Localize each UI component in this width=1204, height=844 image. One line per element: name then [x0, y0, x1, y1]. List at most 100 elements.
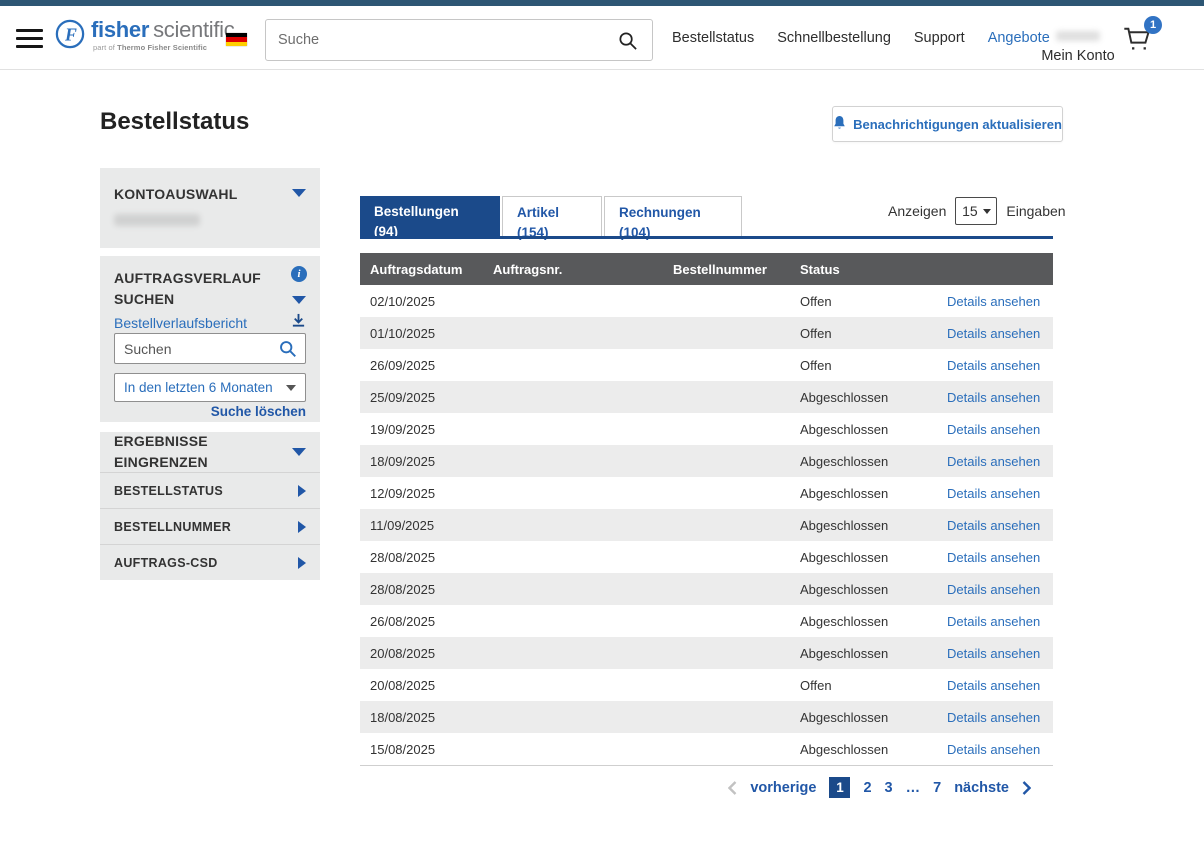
- page-number-2[interactable]: 2: [863, 780, 871, 796]
- info-icon[interactable]: i: [291, 266, 307, 282]
- brand-name-light: scientific: [153, 17, 234, 42]
- table-row: 25/09/2025AbgeschlossenDetails ansehen: [360, 381, 1053, 413]
- details-link[interactable]: Details ansehen: [947, 358, 1040, 373]
- refine-item-label: BESTELLSTATUS: [114, 484, 223, 498]
- bell-icon: [833, 116, 846, 133]
- refine-panel-title: ERGEBNISSE EINGRENZEN: [114, 431, 292, 473]
- table-row: 28/08/2025AbgeschlossenDetails ansehen: [360, 541, 1053, 573]
- refine-item-bestellnummer[interactable]: BESTELLNUMMER: [100, 508, 320, 544]
- details-link[interactable]: Details ansehen: [947, 678, 1040, 693]
- page-title: Bestellstatus: [100, 108, 249, 136]
- update-notifications-button[interactable]: Benachrichtigungen aktualisieren: [832, 106, 1063, 142]
- order-status: Abgeschlossen: [800, 390, 947, 405]
- sidebar-search-box: [114, 333, 306, 364]
- details-link[interactable]: Details ansehen: [947, 326, 1040, 341]
- refine-item-label: AUFTRAGS-CSD: [114, 556, 218, 570]
- details-link[interactable]: Details ansehen: [947, 294, 1040, 309]
- tab-artikel[interactable]: Artikel(154): [502, 196, 602, 236]
- details-link[interactable]: Details ansehen: [947, 390, 1040, 405]
- tab-label: Rechnungen: [619, 203, 741, 223]
- details-link[interactable]: Details ansehen: [947, 422, 1040, 437]
- details-link[interactable]: Details ansehen: [947, 710, 1040, 725]
- order-date: 28/08/2025: [360, 550, 493, 565]
- brand-name-bold: fisher: [91, 17, 149, 42]
- order-status: Abgeschlossen: [800, 710, 947, 725]
- download-icon[interactable]: [291, 313, 306, 333]
- next-page-chevron-icon[interactable]: [1022, 781, 1031, 795]
- page-number-1[interactable]: 1: [829, 777, 850, 798]
- search-input[interactable]: [266, 32, 611, 48]
- order-status: Abgeschlossen: [800, 646, 947, 661]
- german-flag-icon[interactable]: [226, 33, 247, 46]
- refine-panel-header[interactable]: ERGEBNISSE EINGRENZEN: [100, 432, 320, 472]
- table-row: 18/09/2025AbgeschlossenDetails ansehen: [360, 445, 1053, 477]
- order-date: 01/10/2025: [360, 326, 493, 341]
- order-status: Abgeschlossen: [800, 742, 947, 757]
- clear-search-link[interactable]: Suche löschen: [211, 404, 306, 419]
- site-header: F fisherscientific part of Thermo Fisher…: [0, 6, 1204, 70]
- details-cell: Details ansehen: [947, 358, 1053, 373]
- order-date: 02/10/2025: [360, 294, 493, 309]
- sidebar-search-input[interactable]: [115, 341, 276, 357]
- f-circle-icon: F: [55, 19, 85, 54]
- account-label: Mein Konto: [1041, 48, 1114, 64]
- previous-page-chevron-icon: [728, 781, 737, 795]
- details-link[interactable]: Details ansehen: [947, 454, 1040, 469]
- details-cell: Details ansehen: [947, 422, 1053, 437]
- order-date: 26/09/2025: [360, 358, 493, 373]
- tab-rechnungen[interactable]: Rechnungen(104): [604, 196, 742, 236]
- order-date: 12/09/2025: [360, 486, 493, 501]
- tab-bestellungen[interactable]: Bestellungen(94): [360, 196, 500, 239]
- details-cell: Details ansehen: [947, 294, 1053, 309]
- order-date: 11/09/2025: [360, 518, 493, 533]
- account-menu[interactable]: Mein Konto: [1040, 14, 1116, 64]
- chevron-down-icon: [292, 448, 306, 456]
- details-cell: Details ansehen: [947, 742, 1053, 757]
- refine-item-bestellstatus[interactable]: BESTELLSTATUS: [100, 472, 320, 508]
- tab-count: (104): [619, 223, 741, 243]
- nav-link-schnellbestellung[interactable]: Schnellbestellung: [777, 30, 891, 46]
- nav-link-support[interactable]: Support: [914, 30, 965, 46]
- details-cell: Details ansehen: [947, 486, 1053, 501]
- order-date: 20/08/2025: [360, 646, 493, 661]
- previous-page-link[interactable]: vorherige: [750, 780, 816, 796]
- details-link[interactable]: Details ansehen: [947, 518, 1040, 533]
- refine-item-auftrags-csd[interactable]: AUFTRAGS-CSD: [100, 544, 320, 580]
- fisher-scientific-logo[interactable]: F fisherscientific part of Thermo Fisher…: [55, 19, 234, 54]
- page-size-select[interactable]: 15: [955, 197, 997, 225]
- chevron-down-icon[interactable]: [292, 189, 306, 197]
- next-page-link[interactable]: nächste: [954, 780, 1009, 796]
- details-link[interactable]: Details ansehen: [947, 486, 1040, 501]
- details-cell: Details ansehen: [947, 390, 1053, 405]
- hamburger-menu-icon[interactable]: [16, 29, 43, 53]
- date-range-select[interactable]: In den letzten 6 Monaten: [114, 373, 306, 402]
- order-status: Offen: [800, 678, 947, 693]
- column-header-po-number: Bestellnummer: [673, 262, 800, 277]
- details-cell: Details ansehen: [947, 710, 1053, 725]
- page-number-3[interactable]: 3: [885, 780, 893, 796]
- order-date: 28/08/2025: [360, 582, 493, 597]
- account-selection-panel: KONTOAUSWAHL: [100, 168, 320, 248]
- sidebar-search-icon[interactable]: [276, 339, 305, 358]
- redacted-account-number: [114, 214, 200, 226]
- table-header-row: Auftragsdatum Auftragsnr. Bestellnummer …: [360, 253, 1053, 285]
- details-link[interactable]: Details ansehen: [947, 550, 1040, 565]
- details-link[interactable]: Details ansehen: [947, 582, 1040, 597]
- date-range-value: In den letzten 6 Monaten: [124, 380, 273, 395]
- order-history-report-link[interactable]: Bestellverlaufsbericht: [114, 315, 247, 331]
- table-row: 15/08/2025AbgeschlossenDetails ansehen: [360, 733, 1053, 765]
- search-icon[interactable]: [611, 30, 652, 51]
- page-number-7[interactable]: 7: [933, 780, 941, 796]
- details-link[interactable]: Details ansehen: [947, 614, 1040, 629]
- table-row: 20/08/2025 AbgeschlossenDetails ansehen: [360, 637, 1053, 669]
- nav-link-bestellstatus[interactable]: Bestellstatus: [672, 30, 754, 46]
- chevron-right-icon: [298, 485, 306, 497]
- details-link[interactable]: Details ansehen: [947, 742, 1040, 757]
- table-row: 12/09/2025AbgeschlossenDetails ansehen: [360, 477, 1053, 509]
- cart-button[interactable]: 1: [1122, 23, 1152, 58]
- main-nav: BestellstatusSchnellbestellungSupportAng…: [672, 6, 1050, 70]
- chevron-down-icon[interactable]: [292, 296, 306, 304]
- details-link[interactable]: Details ansehen: [947, 646, 1040, 661]
- table-row: 02/10/2025OffenDetails ansehen: [360, 285, 1053, 317]
- brand-tagline: part of Thermo Fisher Scientific: [93, 44, 234, 52]
